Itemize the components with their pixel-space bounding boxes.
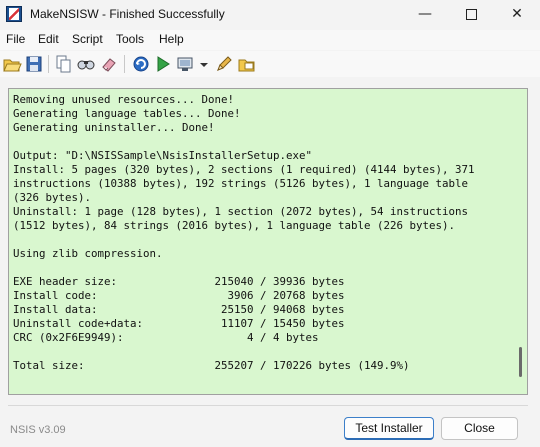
open-folder-icon[interactable]: [2, 54, 22, 74]
log-line: Generating uninstaller... Done!: [13, 121, 215, 134]
log-line: (1512 bytes), 84 strings (2016 bytes), 1…: [13, 219, 456, 232]
menu-edit[interactable]: Edit: [38, 32, 59, 46]
makensisw-window: MakeNSISW - Finished Successfully — ✕ Fi…: [0, 0, 540, 447]
minimize-button[interactable]: —: [402, 0, 448, 30]
save-icon[interactable]: [24, 54, 44, 74]
scrollbar-thumb[interactable]: [519, 347, 522, 377]
footer-divider: [8, 405, 528, 406]
log-line: Install: 5 pages (320 bytes), 2 sections…: [13, 163, 475, 176]
test-run-icon[interactable]: [153, 54, 173, 74]
browse-script-icon[interactable]: [237, 54, 257, 74]
toolbar-separator: [48, 55, 49, 73]
log-scrollbar[interactable]: [513, 89, 527, 394]
log-line: Install data: 25150 / 94068 bytes: [13, 303, 345, 316]
log-line: Uninstall: 1 page (128 bytes), 1 section…: [13, 205, 469, 218]
nsis-version: NSIS v3.09: [10, 424, 66, 436]
close-window-button[interactable]: ✕: [494, 0, 540, 30]
log-line: CRC (0x2F6E9949): 4 / 4 bytes: [13, 331, 319, 344]
maximize-icon: [465, 8, 477, 20]
menu-script[interactable]: Script: [72, 32, 103, 46]
toolbar: [0, 51, 540, 77]
log-line: Total size: 255207 / 170226 bytes (149.9…: [13, 359, 410, 372]
menu-bar: File Edit Script Tools Help: [0, 30, 540, 50]
dropdown-arrow-icon[interactable]: [198, 54, 210, 74]
copy-icon[interactable]: [54, 54, 74, 74]
close-button[interactable]: Close: [441, 417, 518, 440]
clear-log-icon[interactable]: [99, 54, 119, 74]
compressor-icon[interactable]: [176, 54, 196, 74]
log-line: Removing unused resources... Done!: [13, 93, 235, 106]
test-installer-button[interactable]: Test Installer: [344, 417, 434, 440]
menu-file[interactable]: File: [6, 32, 25, 46]
log-line: Install code: 3906 / 20768 bytes: [13, 289, 345, 302]
log-line: Generating language tables... Done!: [13, 107, 241, 120]
log-text: Removing unused resources... Done! Genera…: [13, 93, 509, 389]
menu-tools[interactable]: Tools: [116, 32, 144, 46]
output-log[interactable]: Removing unused resources... Done! Genera…: [8, 88, 528, 395]
log-line: Using zlib compression.: [13, 247, 163, 260]
log-line: Uninstall code+data: 11107 / 15450 bytes: [13, 317, 345, 330]
log-line: instructions (10388 bytes), 192 strings …: [13, 177, 469, 190]
toolbar-separator: [124, 55, 125, 73]
nsis-app-icon: [6, 6, 22, 22]
edit-script-icon[interactable]: [214, 54, 234, 74]
window-title: MakeNSISW - Finished Successfully: [30, 7, 225, 21]
log-line: Output: "D:\NSISSample\NsisInstallerSetu…: [13, 149, 313, 162]
find-icon[interactable]: [76, 54, 96, 74]
title-bar[interactable]: MakeNSISW - Finished Successfully — ✕: [0, 0, 540, 30]
recompile-icon[interactable]: [131, 54, 151, 74]
log-line: (326 bytes).: [13, 191, 92, 204]
maximize-button[interactable]: [448, 0, 494, 30]
menu-help[interactable]: Help: [159, 32, 184, 46]
log-line: EXE header size: 215040 / 39936 bytes: [13, 275, 345, 288]
